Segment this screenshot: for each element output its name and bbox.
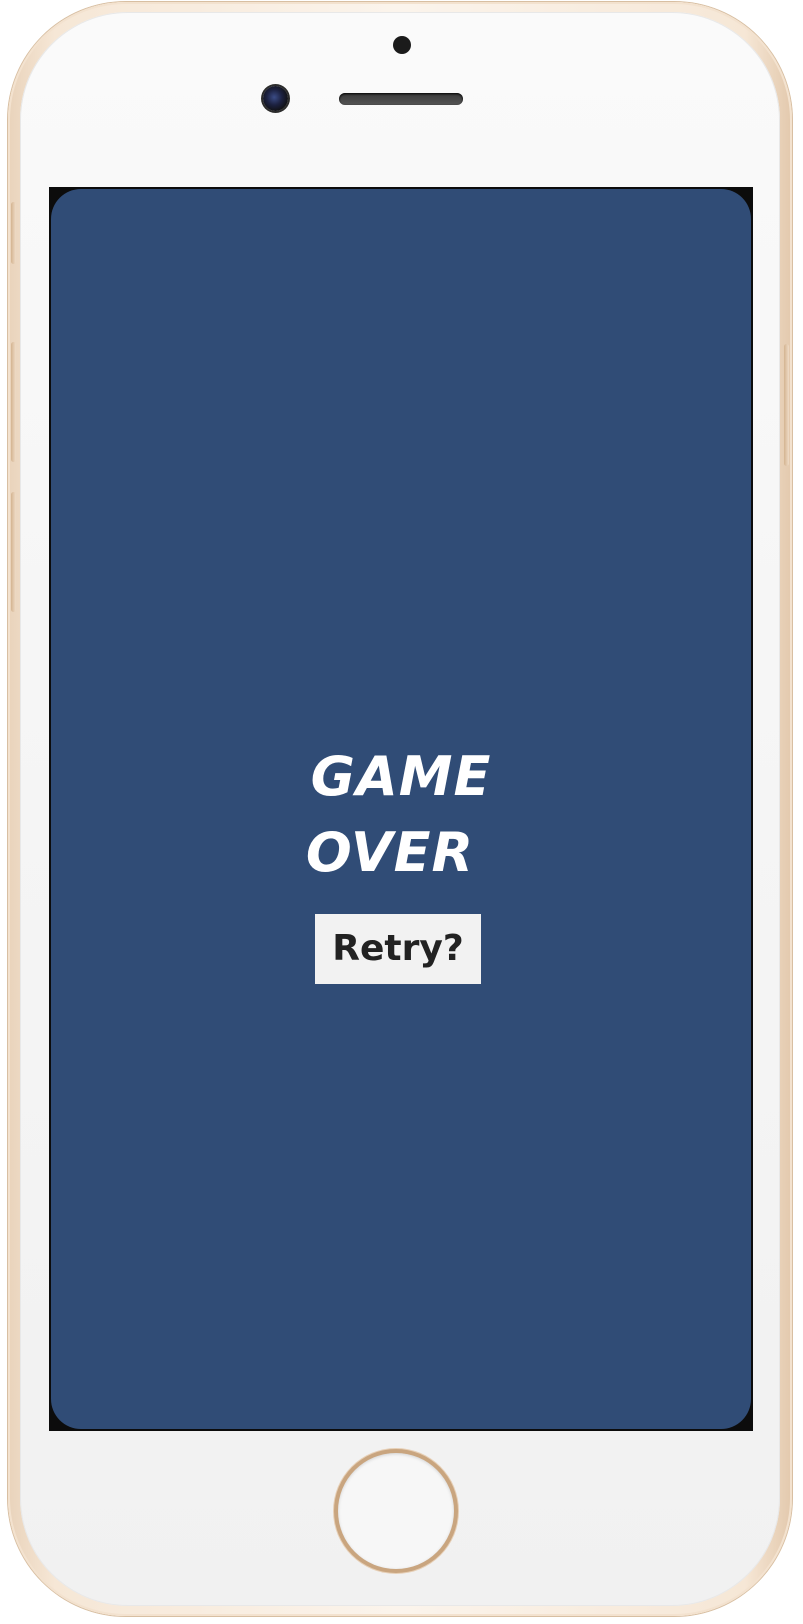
speaker-grille-icon: [339, 93, 463, 105]
game-screen: GAME OVER Retry?: [51, 189, 751, 1429]
power-button: [784, 344, 789, 466]
game-over-title-line-2: OVER: [305, 821, 475, 884]
device-mockup: GAME OVER Retry?: [0, 0, 803, 1624]
volume-up-button: [11, 342, 16, 462]
screen-bezel: GAME OVER Retry?: [49, 187, 753, 1431]
front-camera-icon: [393, 36, 411, 54]
game-over-title: GAME OVER: [51, 739, 751, 891]
facetime-camera-icon: [263, 86, 288, 111]
retry-button[interactable]: Retry?: [315, 914, 481, 984]
game-over-title-line-1: GAME: [310, 745, 492, 808]
home-button-icon[interactable]: [338, 1453, 454, 1569]
mute-switch: [11, 202, 16, 264]
volume-down-button: [11, 492, 16, 612]
